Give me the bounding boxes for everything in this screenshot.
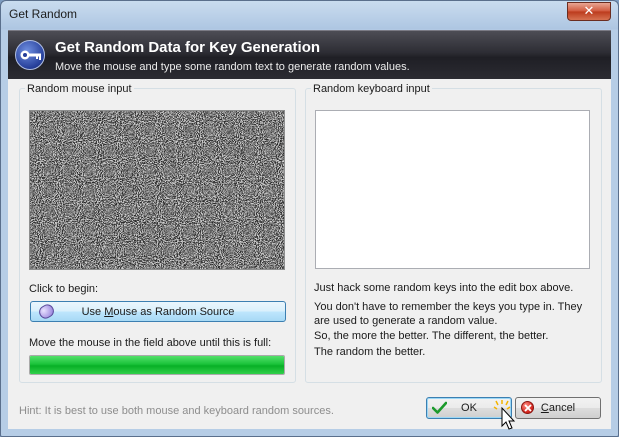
random-keyboard-input[interactable] (315, 110, 590, 269)
window-title: Get Random (9, 7, 78, 21)
mouse-group-label: Random mouse input (25, 83, 134, 95)
title-bar[interactable]: Get Random ✕ (1, 1, 618, 29)
cancel-button[interactable]: Cancel (515, 397, 601, 419)
click-to-begin-label: Click to begin: (29, 283, 99, 295)
keyboard-help-line-2b: are used to generate a random value. (314, 315, 498, 327)
keyboard-help-line-2a: You don't have to remember the keys you … (314, 301, 583, 313)
progress-label: Move the mouse in the field above until … (29, 337, 272, 349)
keyboard-help-line-1: Just hack some random keys into the edit… (314, 282, 574, 294)
entropy-progress-bar (29, 355, 285, 375)
key-icon (15, 40, 45, 70)
use-mouse-button-label: Use Mouse as Random Source (81, 306, 235, 318)
dialog-window: Get Random ✕ Get Random Data for Key Gen… (0, 0, 619, 437)
header-title: Get Random Data for Key Generation (55, 39, 321, 56)
use-mouse-button[interactable]: Use Mouse as Random Source (30, 301, 286, 322)
progress-fill (30, 356, 284, 374)
close-button[interactable]: ✕ (567, 2, 611, 21)
dialog-header: Get Random Data for Key Generation Move … (8, 30, 611, 79)
keyboard-help-line-3: So, the more the better. The different, … (314, 330, 549, 342)
random-mouse-field[interactable] (29, 110, 285, 270)
close-icon: ✕ (583, 4, 595, 19)
keyboard-help-line-4: The random the better. (314, 346, 426, 358)
click-cursor-icon (493, 400, 516, 430)
dialog-body: Random mouse input Click to begin: Use M… (8, 79, 611, 430)
keyboard-group-label: Random keyboard input (311, 83, 432, 95)
noise-pattern (30, 111, 284, 269)
hint-text: Hint: It is best to use both mouse and k… (19, 405, 334, 417)
header-subtitle: Move the mouse and type some random text… (55, 61, 410, 73)
cancel-button-label: Cancel (540, 402, 576, 414)
